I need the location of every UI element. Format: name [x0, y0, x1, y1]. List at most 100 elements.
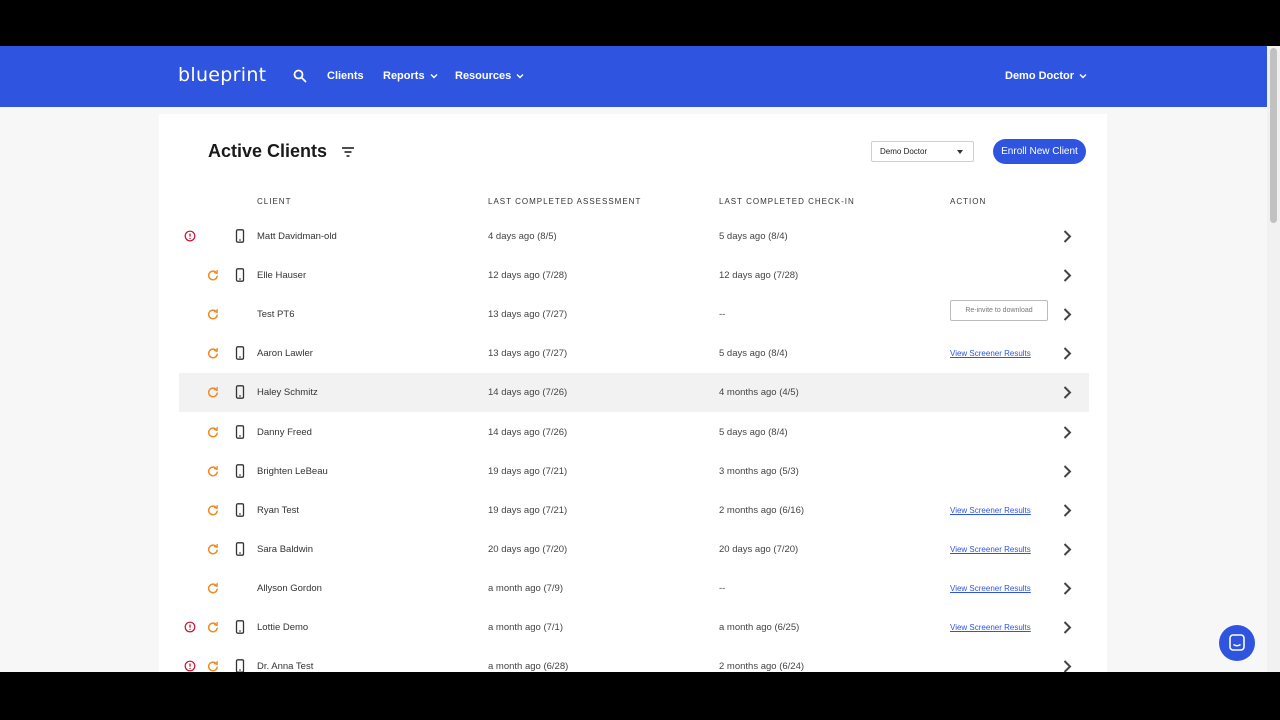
reinvite-button[interactable]: Re-invite to download: [950, 300, 1048, 321]
view-screener-results-link[interactable]: View Screener Results: [950, 584, 1031, 593]
client-name[interactable]: Matt Davidman-old: [257, 231, 337, 242]
client-name[interactable]: Aaron Lawler: [257, 348, 313, 359]
enroll-new-client-button[interactable]: Enroll New Client: [993, 139, 1086, 164]
last-checkin: 2 months ago (6/24): [719, 661, 805, 672]
view-screener-results-link[interactable]: View Screener Results: [950, 623, 1031, 632]
client-name[interactable]: Allyson Gordon: [257, 583, 322, 594]
client-name[interactable]: Dr. Anna Test: [257, 661, 313, 672]
phone-icon: [235, 464, 245, 478]
column-header-checkin[interactable]: LAST COMPLETED CHECK-IN: [719, 197, 855, 206]
chevron-right-icon[interactable]: [1062, 268, 1072, 283]
last-checkin: --: [719, 309, 726, 320]
last-checkin: 5 days ago (8/4): [719, 427, 788, 438]
last-assessment: 13 days ago (7/27): [488, 348, 568, 359]
nav-resources[interactable]: Resources: [455, 70, 524, 82]
nav-clients[interactable]: Clients: [327, 70, 364, 82]
doctor-select[interactable]: Demo Doctor: [871, 141, 974, 162]
table-row[interactable]: Aaron Lawler 13 days ago (7/27) 5 days ago…: [179, 334, 1089, 373]
phone-icon: [235, 268, 245, 282]
chat-launcher-button[interactable]: [1219, 625, 1255, 661]
refresh-icon[interactable]: [207, 269, 219, 281]
table-row[interactable]: Brighten LeBeau 19 days ago (7/21) 3 month…: [179, 452, 1089, 491]
table-row[interactable]: Test PT6 13 days ago (7/27) -- Re-invite to…: [179, 295, 1089, 334]
refresh-icon[interactable]: [207, 504, 219, 516]
chevron-right-icon[interactable]: [1062, 464, 1072, 479]
last-assessment: 14 days ago (7/26): [488, 427, 568, 438]
nav-reports[interactable]: Reports: [383, 70, 438, 82]
phone-icon: [235, 229, 245, 243]
view-screener-results-link[interactable]: View Screener Results: [950, 506, 1031, 515]
last-checkin: a month ago (6/25): [719, 622, 800, 633]
chevron-right-icon[interactable]: [1062, 542, 1072, 557]
filter-icon[interactable]: [341, 146, 355, 158]
table-row[interactable]: Elle Hauser 12 days ago (7/28) 12 days ago…: [179, 256, 1089, 295]
refresh-icon[interactable]: [207, 386, 219, 398]
table-row[interactable]: Allyson Gordon a month ago (7/9) -- View Sc…: [179, 569, 1089, 608]
client-name[interactable]: Sara Baldwin: [257, 544, 313, 555]
last-checkin: 12 days ago (7/28): [719, 270, 799, 281]
column-header-client[interactable]: CLIENT: [257, 197, 291, 206]
table-row[interactable]: Matt Davidman-old 4 days ago (8/5) 5 days …: [179, 217, 1089, 256]
user-menu[interactable]: Demo Doctor: [1005, 70, 1087, 82]
phone-icon: [235, 503, 245, 517]
blueprint-logo[interactable]: blueprint: [178, 64, 266, 86]
client-name[interactable]: Test PT6: [257, 309, 295, 320]
refresh-icon[interactable]: [207, 308, 219, 320]
last-checkin: 3 months ago (5/3): [719, 466, 799, 477]
table-row[interactable]: Lottie Demo a month ago (7/1) a month ago …: [179, 608, 1089, 647]
page-scrollbar[interactable]: [1267, 46, 1280, 672]
client-name[interactable]: Lottie Demo: [257, 622, 308, 633]
client-name[interactable]: Brighten LeBeau: [257, 466, 328, 477]
chevron-right-icon[interactable]: [1062, 659, 1072, 672]
view-screener-results-link[interactable]: View Screener Results: [950, 349, 1031, 358]
alert-icon[interactable]: [184, 621, 196, 633]
last-assessment: a month ago (7/1): [488, 622, 563, 633]
client-name[interactable]: Haley Schmitz: [257, 387, 318, 398]
refresh-icon[interactable]: [207, 465, 219, 477]
last-assessment: a month ago (6/28): [488, 661, 569, 672]
phone-icon: [235, 542, 245, 556]
chevron-right-icon[interactable]: [1062, 385, 1072, 400]
refresh-icon[interactable]: [207, 543, 219, 555]
alert-icon[interactable]: [184, 660, 196, 672]
last-assessment: 13 days ago (7/27): [488, 309, 568, 320]
top-nav-bar: blueprint Clients Reports Resources Demo…: [0, 46, 1267, 107]
last-checkin: 5 days ago (8/4): [719, 348, 788, 359]
chevron-right-icon[interactable]: [1062, 425, 1072, 440]
chevron-right-icon[interactable]: [1062, 620, 1072, 635]
last-assessment: 14 days ago (7/26): [488, 387, 568, 398]
chevron-right-icon[interactable]: [1062, 307, 1072, 322]
table-row[interactable]: Haley Schmitz 14 days ago (7/26) 4 months …: [179, 373, 1089, 412]
table-row[interactable]: Ryan Test 19 days ago (7/21) 2 months ago …: [179, 491, 1089, 530]
chevron-right-icon[interactable]: [1062, 503, 1072, 518]
scrollbar-thumb[interactable]: [1270, 48, 1277, 223]
phone-icon: [235, 385, 245, 399]
last-assessment: 20 days ago (7/20): [488, 544, 568, 555]
chevron-right-icon[interactable]: [1062, 581, 1072, 596]
table-row[interactable]: Sara Baldwin 20 days ago (7/20) 20 days ag…: [179, 530, 1089, 569]
refresh-icon[interactable]: [207, 347, 219, 359]
column-header-assessment[interactable]: LAST COMPLETED ASSESSMENT: [488, 197, 641, 206]
search-icon[interactable]: [293, 69, 307, 83]
phone-icon: [235, 346, 245, 360]
table-row[interactable]: Danny Freed 14 days ago (7/26) 5 days ago …: [179, 413, 1089, 452]
refresh-icon[interactable]: [207, 621, 219, 633]
nav-resources-label: Resources: [455, 70, 512, 82]
refresh-icon[interactable]: [207, 582, 219, 594]
doctor-select-value: Demo Doctor: [880, 147, 928, 156]
view-screener-results-link[interactable]: View Screener Results: [950, 545, 1031, 554]
client-name[interactable]: Elle Hauser: [257, 270, 306, 281]
chevron-right-icon[interactable]: [1062, 346, 1072, 361]
alert-icon[interactable]: [184, 230, 196, 242]
phone-icon: [235, 659, 245, 672]
refresh-icon[interactable]: [207, 660, 219, 672]
page-title: Active Clients: [208, 141, 328, 161]
chevron-right-icon[interactable]: [1062, 229, 1072, 244]
user-name: Demo Doctor: [1005, 70, 1075, 82]
client-name[interactable]: Danny Freed: [257, 427, 312, 438]
phone-icon: [235, 620, 245, 634]
refresh-icon[interactable]: [207, 426, 219, 438]
table-row[interactable]: Dr. Anna Test a month ago (6/28) 2 months …: [179, 647, 1089, 672]
client-name[interactable]: Ryan Test: [257, 505, 299, 516]
last-assessment: 19 days ago (7/21): [488, 466, 568, 477]
